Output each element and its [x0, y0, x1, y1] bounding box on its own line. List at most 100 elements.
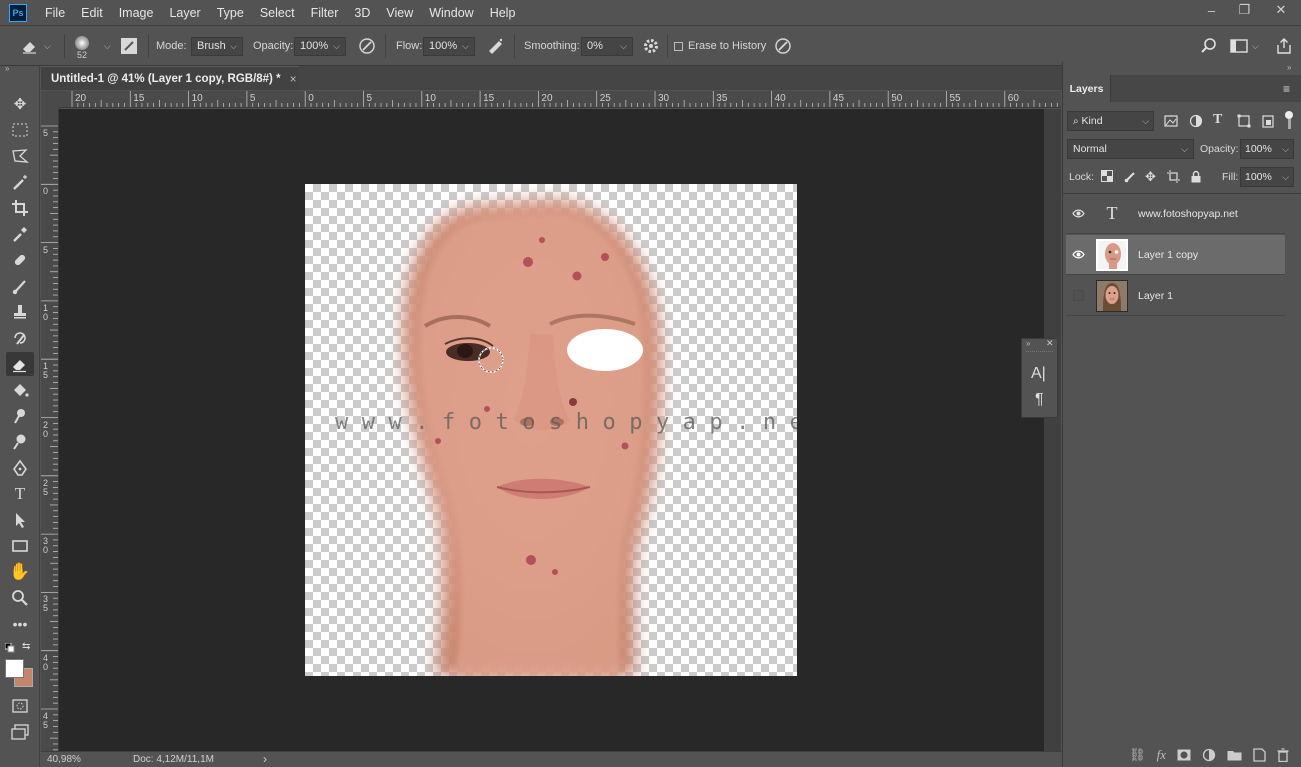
- minimize-button[interactable]: –: [1195, 0, 1228, 20]
- menu-file[interactable]: File: [37, 6, 73, 20]
- visibility-toggle[interactable]: [1066, 290, 1090, 301]
- healing-brush-tool[interactable]: [6, 248, 34, 272]
- crop-tool[interactable]: [6, 196, 34, 220]
- layer-row-layer-1[interactable]: Layer 1: [1066, 276, 1285, 316]
- quick-mask-button[interactable]: [6, 694, 34, 718]
- filter-adjustment-layers-button[interactable]: [1189, 114, 1203, 128]
- layer-opacity-input[interactable]: 100% ⌵: [1240, 139, 1294, 159]
- lock-all-button[interactable]: [1190, 170, 1202, 183]
- status-menu-arrow-icon[interactable]: ›: [263, 752, 267, 766]
- ruler-origin[interactable]: [41, 91, 59, 108]
- erase-to-history-checkbox[interactable]: [674, 41, 683, 51]
- panel-menu-icon[interactable]: ≡: [1283, 82, 1290, 96]
- layer-row-layer-1-copy[interactable]: Layer 1 copy: [1066, 235, 1285, 275]
- dodge-tool[interactable]: [6, 430, 34, 454]
- erase-to-history-option[interactable]: Erase to History: [674, 26, 766, 66]
- screen-mode-button[interactable]: [6, 720, 34, 744]
- lasso-tool[interactable]: [6, 144, 34, 168]
- layer-mask-icon[interactable]: [1177, 749, 1191, 761]
- zoom-level[interactable]: 40,98%: [47, 754, 81, 765]
- collapse-toolbar-icon[interactable]: »: [5, 64, 9, 73]
- mode-select[interactable]: Brush ⌵: [191, 36, 243, 56]
- path-selection-tool[interactable]: [6, 508, 34, 532]
- foreground-color-swatch[interactable]: [5, 659, 24, 678]
- type-tool[interactable]: T: [6, 482, 34, 506]
- restore-button[interactable]: ❐: [1228, 0, 1261, 20]
- hand-tool[interactable]: ✋: [6, 560, 34, 584]
- group-folder-icon[interactable]: [1227, 749, 1242, 761]
- menu-3d[interactable]: 3D: [346, 6, 378, 20]
- menu-select[interactable]: Select: [252, 6, 303, 20]
- filter-pixel-layers-button[interactable]: [1164, 114, 1178, 128]
- fill-input[interactable]: 100% ⌵: [1240, 167, 1294, 187]
- adjustment-layer-icon[interactable]: [1202, 748, 1216, 762]
- brush-preset-picker[interactable]: 52: [75, 26, 89, 66]
- share-button[interactable]: [1275, 26, 1293, 66]
- brush-tool[interactable]: [6, 274, 34, 298]
- brush-settings-toggle[interactable]: [120, 26, 138, 66]
- menu-view[interactable]: View: [378, 6, 421, 20]
- new-layer-icon[interactable]: [1253, 748, 1266, 762]
- filter-toggle-switch[interactable]: [1285, 111, 1294, 129]
- flow-input[interactable]: 100% ⌵: [423, 36, 475, 56]
- filter-type-layers-button[interactable]: T: [1213, 112, 1222, 128]
- chevron-down-icon[interactable]: ⌵: [104, 41, 111, 52]
- airbrush-toggle[interactable]: [486, 26, 506, 66]
- move-tool[interactable]: ✥: [6, 92, 34, 116]
- collapse-panels-icon[interactable]: »: [1287, 63, 1291, 72]
- pressure-size-toggle[interactable]: [773, 26, 793, 66]
- eyedropper-tool[interactable]: [6, 222, 34, 246]
- search-button[interactable]: [1200, 26, 1218, 66]
- eraser-tool[interactable]: [6, 352, 34, 376]
- horizontal-ruler[interactable]: 20 15 10 5 0 5 10 15 20 25 30 35 40 45 50 55 60: [59, 91, 1061, 108]
- document-tab[interactable]: Untitled-1 @ 41% (Layer 1 copy, RGB/8#) …: [41, 66, 299, 90]
- menu-window[interactable]: Window: [421, 6, 481, 20]
- paragraph-panel-button[interactable]: ¶: [1035, 391, 1044, 409]
- layers-tab[interactable]: Layers: [1063, 75, 1111, 102]
- document-canvas[interactable]: www.fotoshopyap.net: [305, 184, 797, 676]
- vertical-scrollbar[interactable]: [1044, 109, 1061, 751]
- close-window-button[interactable]: ✕: [1261, 0, 1301, 20]
- fx-icon[interactable]: fx: [1157, 747, 1166, 763]
- close-tab-button[interactable]: ×: [290, 72, 297, 86]
- menu-image[interactable]: Image: [111, 6, 162, 20]
- lock-position-button[interactable]: ✥: [1145, 169, 1156, 185]
- smoothing-input[interactable]: 0% ⌵: [581, 36, 633, 56]
- visibility-toggle[interactable]: [1066, 250, 1090, 259]
- blend-mode-select[interactable]: Normal ⌵: [1067, 139, 1194, 159]
- trash-icon[interactable]: [1277, 748, 1289, 762]
- pen-tool[interactable]: [6, 456, 34, 480]
- pressure-opacity-toggle[interactable]: [357, 26, 377, 66]
- vertical-ruler[interactable]: 5 0 5 1 0 1 5 2 0 2 5 3 0 3 5 4 0 4 5: [41, 108, 59, 751]
- paint-bucket-tool[interactable]: [6, 378, 34, 402]
- blur-tool[interactable]: [6, 404, 34, 428]
- rectangle-tool[interactable]: [6, 534, 34, 558]
- marquee-tool[interactable]: [6, 118, 34, 142]
- lock-artboard-button[interactable]: [1167, 170, 1180, 183]
- smoothing-options-button[interactable]: [642, 26, 660, 66]
- zoom-tool[interactable]: [6, 586, 34, 610]
- workspace-switcher[interactable]: ⌵: [1230, 26, 1259, 66]
- tool-preset-picker[interactable]: ⌵: [20, 26, 51, 66]
- filter-smart-objects-button[interactable]: [1261, 114, 1275, 128]
- close-panel-icon[interactable]: ✕: [1046, 338, 1054, 349]
- more-tools-button[interactable]: •••: [6, 612, 34, 636]
- menu-filter[interactable]: Filter: [303, 6, 347, 20]
- swap-colors-icon[interactable]: ⇆: [22, 641, 30, 652]
- link-layers-icon[interactable]: ⛓: [1129, 747, 1146, 763]
- visibility-toggle[interactable]: [1066, 209, 1090, 218]
- filter-shape-layers-button[interactable]: [1237, 114, 1251, 128]
- layer-filter-select[interactable]: ⌕ Kind ⌵: [1067, 111, 1154, 131]
- lock-transparent-pixels-button[interactable]: [1101, 170, 1113, 182]
- expand-panel-icon[interactable]: »: [1026, 339, 1030, 348]
- clone-stamp-tool[interactable]: [6, 300, 34, 324]
- character-panel-button[interactable]: A|: [1031, 365, 1046, 383]
- magic-wand-tool[interactable]: [6, 170, 34, 194]
- opacity-input[interactable]: 100% ⌵: [294, 36, 346, 56]
- menu-layer[interactable]: Layer: [161, 6, 208, 20]
- menu-edit[interactable]: Edit: [73, 6, 111, 20]
- layer-row-text[interactable]: T www.fotoshopyap.net: [1066, 194, 1285, 234]
- menu-help[interactable]: Help: [482, 6, 524, 20]
- default-colors-button[interactable]: [5, 643, 15, 653]
- history-brush-tool[interactable]: [6, 326, 34, 350]
